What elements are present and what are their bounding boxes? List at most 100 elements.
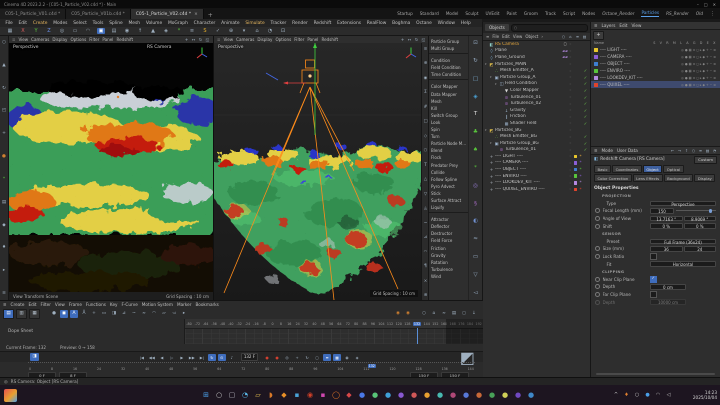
- minimize-button[interactable]: –: [697, 2, 699, 7]
- layer-color-chip[interactable]: [574, 141, 578, 145]
- menu-item[interactable]: File: [3, 21, 15, 26]
- palette-command[interactable]: Predator Prey: [429, 162, 468, 169]
- timeline-menu-item[interactable]: Filter: [41, 302, 51, 307]
- keyframe-dot-icon[interactable]: [595, 216, 600, 222]
- timeline-menu-item[interactable]: Functions: [86, 302, 106, 307]
- timeline-nav-button[interactable]: ◨: [30, 353, 39, 361]
- taskbar-app-icon[interactable]: ◆: [280, 391, 289, 399]
- palette-command[interactable]: Particle Group: [429, 38, 468, 45]
- attribute-header-icon[interactable]: ↑: [684, 148, 689, 153]
- timeline-tool-icon[interactable]: ~: [130, 310, 138, 318]
- toolbar-icon[interactable]: ↑: [136, 28, 144, 34]
- checkbox[interactable]: [650, 275, 657, 283]
- attribute-row[interactable]: Far Clip Plane: [591, 291, 720, 299]
- object-name[interactable]: Particle Group_BG: [500, 141, 562, 146]
- tool-strip-icon[interactable]: ▲: [0, 63, 8, 68]
- palette-icon[interactable]: *: [474, 165, 477, 171]
- palette-icon[interactable]: ◎: [473, 183, 478, 189]
- object-tree-row[interactable]: ▾ ≋ Turbulence_02 ∶∶ * ✓: [483, 100, 590, 107]
- toolbar-icon[interactable]: ▭: [71, 28, 79, 34]
- object-tree-row[interactable]: ▾ + ---- QUIXEL_ENVIRO ---- ∶∶ * ✓: [483, 186, 590, 193]
- record-toggle[interactable]: ◻: [313, 354, 321, 361]
- layer-color-chip[interactable]: [574, 115, 578, 119]
- attribute-row[interactable]: Focal Length (mm) 150 150 150 150: [591, 207, 720, 215]
- visibility-dots-icon[interactable]: ∶∶: [570, 161, 572, 165]
- transport-button[interactable]: ◀◀: [148, 354, 156, 361]
- viewport-menu-item[interactable]: View: [223, 37, 233, 42]
- taskbar-app-icon[interactable]: ▪: [319, 391, 328, 399]
- layout-tab[interactable]: Particles: [641, 10, 660, 17]
- layer-color-chip[interactable]: [574, 56, 578, 60]
- layer-row[interactable]: ---- LIGHT ---- ◎●▦≡◻▸◆+~⊛: [591, 46, 720, 53]
- object-name[interactable]: Friction: [510, 114, 562, 119]
- layer-color-chip[interactable]: [574, 135, 578, 139]
- object-tree-row[interactable]: ▾ ▣ Particle Group_A ∶∶ * ✓: [483, 74, 590, 81]
- layer-color-chip[interactable]: [574, 82, 578, 86]
- layer-color-chip[interactable]: [574, 122, 578, 126]
- toolbar-icon[interactable]: ◈: [162, 28, 170, 34]
- keyframe-dot-icon[interactable]: [595, 254, 600, 260]
- palette-icon[interactable]: ◐: [473, 218, 478, 224]
- layer-color-chip[interactable]: [594, 75, 598, 80]
- taskbar-app-icon[interactable]: ◯: [332, 391, 341, 399]
- menu-item[interactable]: Render: [290, 21, 310, 26]
- enable-check-icon[interactable]: ✓: [583, 108, 588, 113]
- timeline-menu-item[interactable]: Bookmarks: [195, 302, 218, 307]
- visibility-dots-icon[interactable]: ∶∶: [570, 187, 572, 191]
- transport-button[interactable]: ▶: [178, 354, 186, 361]
- record-toggle[interactable]: ▦: [333, 353, 342, 361]
- taskbar-app-icon[interactable]: ◆: [345, 391, 354, 399]
- new-tab-button[interactable]: +: [204, 12, 217, 19]
- menu-item[interactable]: Extensions: [335, 21, 364, 26]
- object-tree-row[interactable]: ▾ + ---- LOOKDEV_KIT ---- ∶∶ * ✓: [483, 179, 590, 186]
- attribute-header-icon[interactable]: ◔: [712, 148, 717, 153]
- layer-color-chip[interactable]: [573, 174, 577, 178]
- timeline-tool-icon[interactable]: Å: [80, 310, 88, 318]
- object-name[interactable]: Shader Field: [510, 121, 562, 126]
- field-value[interactable]: 10000 cm: [650, 299, 686, 305]
- timeline-tool-icon[interactable]: ▸: [180, 310, 188, 318]
- dopesheet-mode-button[interactable]: ▤: [3, 308, 14, 319]
- object-tree-row[interactable]: ▾ ◊ Plane ▰▰ ∶∶ * ✓: [483, 48, 590, 55]
- visibility-dots-icon[interactable]: ∶∶: [570, 55, 572, 59]
- burger-icon[interactable]: ≡: [594, 148, 598, 153]
- transport-button[interactable]: |◀: [138, 354, 146, 361]
- enable-check-icon[interactable]: ✓: [583, 42, 588, 47]
- taskbar-app-icon[interactable]: ●: [527, 391, 536, 399]
- tool-strip-icon[interactable]: ◆: [0, 223, 8, 228]
- viewport-menu-item[interactable]: Filter: [294, 37, 304, 42]
- object-tree-row[interactable]: ▾ ◧ RS Camera ◻ ∶∶ * ✓: [483, 41, 590, 48]
- current-frame-field[interactable]: 132 F: [240, 352, 259, 362]
- object-search-input[interactable]: ○: [510, 23, 588, 32]
- palette-icon[interactable]: ◅: [473, 290, 477, 296]
- enable-check-icon[interactable]: ✓: [583, 114, 588, 119]
- field-value-2[interactable]: 8.9069 °: [683, 215, 716, 222]
- attribute-row[interactable]: PROJECTION: [591, 192, 720, 200]
- mid-viewport-canvas[interactable]: [214, 43, 421, 300]
- enable-check-icon[interactable]: ✓: [583, 147, 588, 152]
- visibility-dots-icon[interactable]: ∶∶: [570, 135, 572, 139]
- tool-strip-icon[interactable]: *: [0, 177, 8, 182]
- object-tag-icon[interactable]: ▰▰: [562, 55, 569, 59]
- enable-check-icon[interactable]: ✓: [583, 167, 588, 172]
- toolbar-icon[interactable]: X: [19, 28, 27, 34]
- visibility-dots-icon[interactable]: ∶∶: [570, 62, 572, 66]
- maximize-button[interactable]: □: [704, 2, 708, 7]
- visibility-dots-icon[interactable]: ∶∶: [570, 115, 572, 119]
- layout-tab[interactable]: Model: [446, 11, 459, 17]
- taskbar-app-icon[interactable]: ●: [423, 391, 432, 399]
- taskbar-app-icon[interactable]: ⊞: [202, 391, 211, 399]
- taskbar-app-icon[interactable]: ◔: [241, 391, 250, 399]
- enable-check-icon[interactable]: ✓: [583, 62, 588, 67]
- enable-check-icon[interactable]: ✓: [583, 134, 588, 139]
- menu-item[interactable]: Simulate: [243, 21, 267, 26]
- layer-color-chip[interactable]: [574, 108, 578, 112]
- attribute-tab[interactable]: Object: [642, 165, 663, 173]
- enable-check-icon[interactable]: ✓: [583, 101, 588, 106]
- palette-icon[interactable]: T: [474, 111, 477, 117]
- menu-item[interactable]: Select: [71, 21, 89, 26]
- power-slider[interactable]: 0 8 16 24 32 40 48 56 64 72 80 88 96 104 112 120 128 136 1…: [28, 362, 475, 371]
- layer-color-chip[interactable]: [573, 187, 577, 192]
- viewport-nav-icon[interactable]: ↔: [407, 37, 412, 42]
- enable-check-icon[interactable]: ✓: [583, 88, 588, 93]
